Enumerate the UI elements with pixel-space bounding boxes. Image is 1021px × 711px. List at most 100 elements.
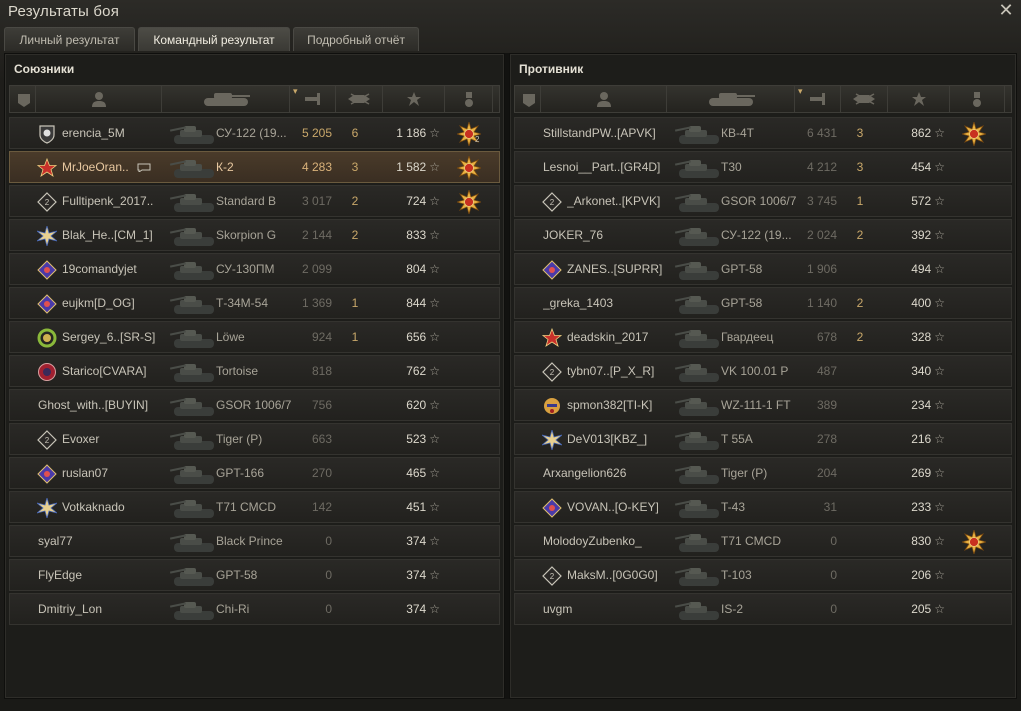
xp-star-icon: ☆ xyxy=(429,364,440,378)
player-row[interactable]: Dmitriy_Lon Chi-Ri 0 374 ☆ xyxy=(9,593,500,625)
tank-name: T-103 xyxy=(721,568,752,582)
kills-value: 6 xyxy=(351,126,359,140)
xp-value: 328 xyxy=(911,330,932,344)
kills-value: 1 xyxy=(351,296,359,310)
player-row[interactable]: StillstandPW..[APVK] КВ-4Т 6 431 3 862 ☆ xyxy=(514,117,1012,149)
ace-medal-icon[interactable] xyxy=(455,154,483,182)
xp-value: 205 xyxy=(911,602,932,616)
xp-star-icon: ☆ xyxy=(429,296,440,310)
xp-cell: 269 ☆ xyxy=(877,458,945,488)
enemies-header-player[interactable] xyxy=(541,86,667,112)
player-row[interactable]: MrJoeOran.. К-2 4 283 3 1 582 ☆ xyxy=(9,151,500,183)
player-row[interactable]: _greka_1403 GPT-58 1 140 2 400 ☆ xyxy=(514,287,1012,319)
allies-header-damage[interactable]: ▾ xyxy=(290,86,336,112)
tab-team-result[interactable]: Командный результат xyxy=(138,27,290,51)
player-row[interactable]: Blak_He..[CM_1] Skorpion G 2 144 2 833 ☆ xyxy=(9,219,500,251)
allies-header-medal[interactable] xyxy=(445,86,493,112)
xp-star-icon xyxy=(911,91,927,107)
blue-diamond-badge-icon xyxy=(37,464,57,484)
xp-value: 216 xyxy=(911,432,932,446)
tab-detailed-report[interactable]: Подробный отчёт xyxy=(293,27,419,51)
player-row[interactable]: Starico[CVARA] Tortoise 818 762 ☆ xyxy=(9,355,500,387)
allies-header-kills[interactable] xyxy=(336,86,383,112)
enemies-header-tank[interactable] xyxy=(667,86,795,112)
player-row[interactable]: FlyEdge GPT-58 0 374 ☆ xyxy=(9,559,500,591)
allies-header-vehicle-type[interactable] xyxy=(10,86,36,112)
enemies-header-vehicle-type[interactable] xyxy=(515,86,541,112)
player-row[interactable]: syal77 Black Prince 0 374 ☆ xyxy=(9,525,500,557)
player-row[interactable]: Ghost_with..[BUYIN] GSOR 1006/7 756 620 ☆ xyxy=(9,389,500,421)
player-name: DeV013[KBZ_] xyxy=(567,432,648,446)
player-row[interactable]: Votkaknado T71 CMCD 142 451 ☆ xyxy=(9,491,500,523)
player-icon xyxy=(91,91,107,107)
ace-medal-icon[interactable]: 2 xyxy=(455,120,483,148)
ace-medal-icon[interactable] xyxy=(455,188,483,216)
ace-medal-icon[interactable] xyxy=(960,120,988,148)
xp-star-icon: ☆ xyxy=(934,398,945,412)
allies-header-xp-star[interactable] xyxy=(383,86,445,112)
player-row[interactable]: 2 Evoxer Tiger (P) 663 523 ☆ xyxy=(9,423,500,455)
player-row[interactable]: uvgm IS-2 0 205 ☆ xyxy=(514,593,1012,625)
player-name: Evoxer xyxy=(62,432,100,446)
enemies-header-medal[interactable] xyxy=(950,86,1005,112)
kills-value xyxy=(845,560,875,590)
vehicle-type-icon xyxy=(15,91,31,107)
xp-star-icon: ☆ xyxy=(429,432,440,446)
player-name: syal77 xyxy=(38,534,73,548)
tank-image xyxy=(674,529,721,555)
tank-name: Tortoise xyxy=(216,364,259,378)
xp-star-icon: ☆ xyxy=(934,534,945,548)
kills-value xyxy=(340,390,370,420)
player-row[interactable]: DeV013[KBZ_] T 55A 278 216 ☆ xyxy=(514,423,1012,455)
player-name: ZANES..[SUPRR] xyxy=(567,262,663,276)
player-row[interactable]: Arxangelion626 Tiger (P) 204 269 ☆ xyxy=(514,457,1012,489)
allies-header-tank[interactable] xyxy=(162,86,290,112)
tank-name: WZ-111-1 FT xyxy=(721,398,791,412)
xp-cell: 340 ☆ xyxy=(877,356,945,386)
title-bar: Результаты боя ✕ xyxy=(0,0,1021,26)
xp-value: 454 xyxy=(911,160,932,174)
xp-value: 656 xyxy=(406,330,427,344)
player-row[interactable]: ZANES..[SUPRR] GPT-58 1 906 494 ☆ xyxy=(514,253,1012,285)
tank-image xyxy=(674,563,721,589)
xp-star-icon: ☆ xyxy=(429,466,440,480)
player-row[interactable]: 19comandyjet СУ-130ПМ 2 099 804 ☆ xyxy=(9,253,500,285)
kills-icon xyxy=(346,91,372,107)
player-row[interactable]: VOVAN..[O-KEY] T-43 31 233 ☆ xyxy=(514,491,1012,523)
player-row[interactable]: 2 tybn07..[P_X_R] VK 100.01 P 487 340 ☆ xyxy=(514,355,1012,387)
tank-image xyxy=(169,427,216,453)
xp-cell: 523 ☆ xyxy=(372,424,440,454)
player-row[interactable]: spmon382[TI-K] WZ-111-1 FT 389 234 ☆ xyxy=(514,389,1012,421)
player-row[interactable]: 2 MaksM..[0G0G0] T-103 0 206 ☆ xyxy=(514,559,1012,591)
tank-name: Standard B xyxy=(216,194,277,208)
player-row[interactable]: ruslan07 GPT-166 270 465 ☆ xyxy=(9,457,500,489)
player-name: MaksM..[0G0G0] xyxy=(567,568,658,582)
tank-image xyxy=(169,257,216,283)
player-row[interactable]: deadskin_2017 Гвардеец 678 2 328 ☆ xyxy=(514,321,1012,353)
player-row[interactable]: eujkm[D_OG] Т-34М-54 1 369 1 844 ☆ xyxy=(9,287,500,319)
player-row[interactable]: 2 Fulltipenk_2017.. Standard B 3 017 2 724 ☆ xyxy=(9,185,500,217)
kills-value xyxy=(340,560,370,590)
tank-image xyxy=(169,155,216,181)
ace-medal-icon[interactable] xyxy=(960,528,988,556)
damage-value: 924 xyxy=(311,330,332,344)
close-icon[interactable]: ✕ xyxy=(997,1,1015,19)
allies-header-player[interactable] xyxy=(36,86,162,112)
player-row[interactable]: Sergey_6..[SR-S] Löwe 924 1 656 ☆ xyxy=(9,321,500,353)
player-row[interactable]: 2 _Arkonet..[KPVK] GSOR 1006/7 3 745 1 572 ☆ xyxy=(514,185,1012,217)
damage-value: 0 xyxy=(830,568,837,582)
enemies-header-damage[interactable]: ▾ xyxy=(795,86,841,112)
player-row[interactable]: MolodoyZubenko_ T71 CMCD 0 830 ☆ xyxy=(514,525,1012,557)
player-row[interactable]: JOKER_76 СУ-122 (19... 2 024 2 392 ☆ xyxy=(514,219,1012,251)
xp-star-icon: ☆ xyxy=(934,194,945,208)
player-row[interactable]: Lesnoi__Part..[GR4D] T30 4 212 3 454 ☆ xyxy=(514,151,1012,183)
xp-cell: 620 ☆ xyxy=(372,390,440,420)
tab-personal-result[interactable]: Личный результат xyxy=(4,27,135,51)
player-row[interactable]: erencia_5M СУ-122 (19... 5 205 6 1 186 ☆ 2 xyxy=(9,117,500,149)
tank-name: СУ-122 (19... xyxy=(216,126,287,140)
enemies-header-xp-star[interactable] xyxy=(888,86,950,112)
tank-image xyxy=(674,427,721,453)
xp-star-icon: ☆ xyxy=(429,500,440,514)
enemies-header-kills[interactable] xyxy=(841,86,888,112)
xp-value: 374 xyxy=(406,568,427,582)
